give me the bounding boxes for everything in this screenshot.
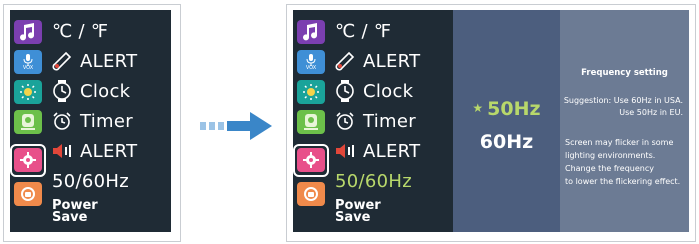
vox-microphone-icon[interactable]: VOX <box>14 50 42 74</box>
info-panel: Frequency setting Suggestion: Use 60Hz i… <box>560 10 689 232</box>
selected-star-icon: ★ <box>472 101 484 115</box>
menu-item-label: 50/60Hz <box>335 170 412 192</box>
menu-item-speaker-alert[interactable]: ALERT <box>52 138 137 164</box>
menu-item-power-save[interactable]: Power Save <box>52 199 98 226</box>
menu-item-label: ALERT <box>363 140 421 162</box>
menu-item-label: 50/60Hz <box>52 170 129 192</box>
display-icon[interactable] <box>297 110 325 134</box>
menu-item-temperature-alert[interactable]: ALERT <box>52 48 137 74</box>
option-label: 50Hz <box>487 98 541 120</box>
transition-arrow-icon <box>200 112 272 140</box>
power-save-line2: Save <box>52 210 88 225</box>
vox-label: VOX <box>22 64 34 71</box>
note-line-1: Screen may flicker in some <box>565 138 674 147</box>
menu-item-label: ALERT <box>80 140 138 162</box>
power-save-icon[interactable] <box>297 182 325 206</box>
menu-item-frequency[interactable]: 50/60Hz <box>52 168 129 194</box>
note-line-2: lighting environments. <box>565 151 656 160</box>
menu-item-power-save[interactable]: Power Save <box>335 199 381 226</box>
menu-item-timer[interactable]: Timer <box>52 108 133 134</box>
menu-item-label: ℃ / ℉ <box>52 20 109 42</box>
menu-item-label: ALERT <box>363 50 421 72</box>
gear-icon[interactable] <box>297 148 325 172</box>
option-60hz[interactable]: 60Hz <box>453 131 560 153</box>
menu-item-timer[interactable]: Timer <box>335 108 416 134</box>
menu-item-label: Timer <box>80 110 133 132</box>
vox-microphone-icon[interactable]: VOX <box>297 50 325 74</box>
clock-icon <box>336 80 354 102</box>
suggestion-line-2: Use 50Hz in EU. <box>619 108 683 117</box>
temperature-alert-icon <box>335 51 355 71</box>
speaker-alert-icon <box>336 144 354 158</box>
menu-item-label: ℃ / ℉ <box>335 20 392 42</box>
temperature-alert-icon <box>52 51 72 71</box>
display-icon[interactable] <box>14 110 42 134</box>
suggestion-line-1: Suggestion: Use 60Hz in USA. <box>563 96 683 105</box>
music-note-icon[interactable] <box>14 20 42 44</box>
settings-screen-left: VOX ℃ / ℉ ALERT Clock Timer ALERT 50/60H… <box>10 10 171 232</box>
power-save-icon[interactable] <box>14 182 42 206</box>
frequency-options: ★ 50Hz 60Hz <box>453 10 560 232</box>
clock-icon <box>53 80 71 102</box>
menu-item-label: Clock <box>80 80 131 102</box>
gear-icon[interactable] <box>14 148 42 172</box>
option-50hz[interactable]: ★ 50Hz <box>453 98 560 120</box>
menu-item-label: Timer <box>363 110 416 132</box>
note-line-3: Change the frequency <box>565 164 654 173</box>
menu-item-temperature-unit[interactable]: ℃ / ℉ <box>52 18 108 44</box>
menu-item-label: ALERT <box>80 50 138 72</box>
power-save-line2: Save <box>335 210 371 225</box>
alarm-clock-icon <box>336 112 354 130</box>
menu-item-clock[interactable]: Clock <box>52 78 130 104</box>
info-title: Frequency setting <box>581 68 668 78</box>
menu-item-label: Clock <box>363 80 414 102</box>
menu-item-speaker-alert[interactable]: ALERT <box>335 138 420 164</box>
speaker-alert-icon <box>53 144 71 158</box>
alarm-clock-icon <box>53 112 71 130</box>
music-note-icon[interactable] <box>297 20 325 44</box>
settings-screen-right: VOX ℃ / ℉ ALERT Clock Timer ALERT 50/60H… <box>293 10 453 232</box>
note-line-4: to lower the flickering effect. <box>565 177 681 186</box>
vox-label: VOX <box>305 64 317 71</box>
brightness-icon[interactable] <box>297 80 325 104</box>
brightness-icon[interactable] <box>14 80 42 104</box>
option-label: 60Hz <box>479 131 534 153</box>
menu-item-temperature-unit[interactable]: ℃ / ℉ <box>335 18 391 44</box>
menu-item-frequency[interactable]: 50/60Hz <box>335 168 412 194</box>
menu-item-clock[interactable]: Clock <box>335 78 413 104</box>
menu-item-temperature-alert[interactable]: ALERT <box>335 48 420 74</box>
